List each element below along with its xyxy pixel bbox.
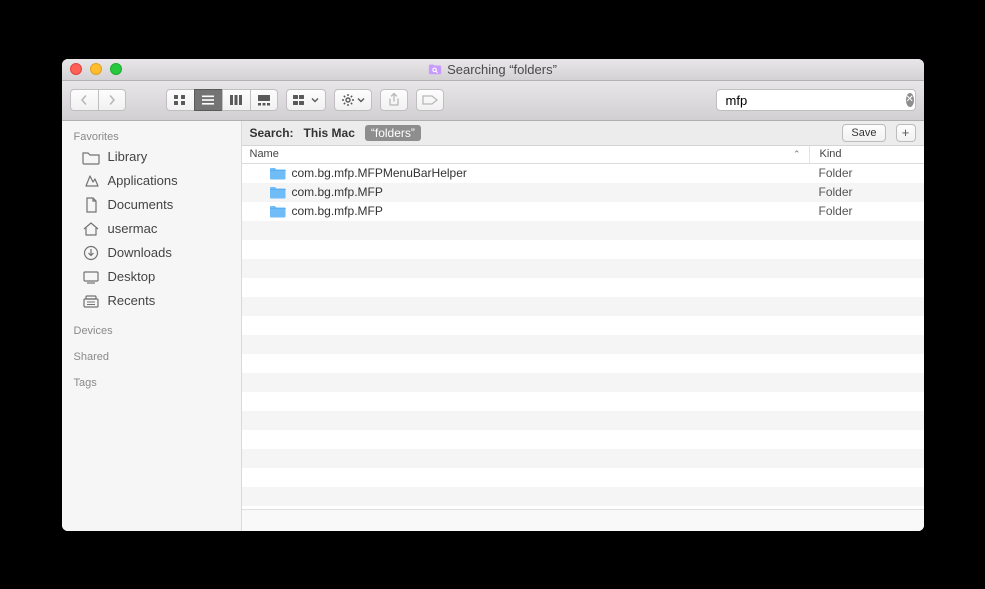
search-input[interactable] [726,93,902,108]
results-list[interactable]: com.bg.mfp.MFPMenuBarHelperFoldercom.bg.… [242,164,924,509]
sidebar-header-devices: Devices [62,321,241,339]
forward-button[interactable] [98,89,126,111]
folder-icon [270,186,286,199]
sidebar-item-home[interactable]: usermac [62,217,241,241]
cell-name: com.bg.mfp.MFP [242,185,809,199]
tags-button[interactable] [416,89,444,111]
gear-icon [341,93,355,107]
finder-window: Searching “folders” [62,59,924,531]
clear-search-button[interactable]: ✕ [906,93,914,107]
table-row [242,430,924,449]
titlebar: Searching “folders” [62,59,924,81]
sidebar-header-favorites: Favorites [62,127,241,145]
list-view-button[interactable] [194,89,222,111]
search-scope-bar: Search: This Mac “folders” Save + [242,121,924,146]
icon-view-button[interactable] [166,89,194,111]
sidebar-item-applications[interactable]: Applications [62,169,241,193]
table-row [242,316,924,335]
nav-buttons [70,89,126,111]
view-buttons [166,89,278,111]
search-label: Search: [250,126,294,140]
table-row [242,278,924,297]
table-row [242,468,924,487]
search-folder-icon [428,62,442,76]
table-row[interactable]: com.bg.mfp.MFPFolder [242,202,924,221]
table-row [242,487,924,506]
body: Favorites Library Applications Documents… [62,121,924,531]
download-icon [82,245,100,261]
table-row [242,221,924,240]
sidebar-item-downloads[interactable]: Downloads [62,241,241,265]
scope-thismac[interactable]: This Mac [304,126,355,140]
folder-icon [270,205,286,218]
doc-icon [82,197,100,213]
cell-name: com.bg.mfp.MFPMenuBarHelper [242,166,809,180]
column-kind[interactable]: Kind [809,146,924,163]
home-icon [82,221,100,237]
save-search-button[interactable]: Save [842,124,885,142]
tag-icon [422,94,438,106]
gallery-view-button[interactable] [250,89,278,111]
column-headers: Name ⌃ Kind [242,146,924,164]
chevron-down-icon [311,96,319,104]
back-button[interactable] [70,89,98,111]
sort-indicator: ⌃ [793,149,801,160]
apps-icon [82,173,100,189]
scope-folder[interactable]: “folders” [365,125,421,141]
chevron-down-icon [357,96,365,104]
content: Search: This Mac “folders” Save + Name ⌃… [242,121,924,531]
table-row [242,259,924,278]
action-button[interactable] [334,89,372,111]
sidebar-item-desktop[interactable]: Desktop [62,265,241,289]
table-row [242,335,924,354]
path-bar [242,509,924,531]
sidebar-item-recents[interactable]: Recents [62,289,241,313]
table-row [242,240,924,259]
table-row [242,449,924,468]
cell-kind: Folder [809,166,924,180]
table-row [242,411,924,430]
sidebar-item-library[interactable]: Library [62,145,241,169]
recents-icon [82,293,100,309]
column-view-button[interactable] [222,89,250,111]
search-field[interactable]: ✕ [716,89,916,111]
table-row [242,373,924,392]
add-criteria-button[interactable]: + [896,124,916,142]
cell-kind: Folder [809,204,924,218]
window-title: Searching “folders” [62,62,924,77]
table-row [242,392,924,411]
table-row [242,297,924,316]
folder-icon [82,149,100,165]
column-name[interactable]: Name ⌃ [242,148,809,160]
share-icon [388,93,400,107]
arrange-button[interactable] [286,89,326,111]
sidebar-header-shared: Shared [62,347,241,365]
cell-name: com.bg.mfp.MFP [242,204,809,218]
share-button[interactable] [380,89,408,111]
folder-icon [270,167,286,180]
sidebar: Favorites Library Applications Documents… [62,121,242,531]
table-row[interactable]: com.bg.mfp.MFPFolder [242,183,924,202]
toolbar: ✕ [62,81,924,121]
desktop-icon [82,269,100,285]
sidebar-item-documents[interactable]: Documents [62,193,241,217]
table-row[interactable]: com.bg.mfp.MFPMenuBarHelperFolder [242,164,924,183]
sidebar-header-tags: Tags [62,373,241,391]
cell-kind: Folder [809,185,924,199]
table-row [242,354,924,373]
